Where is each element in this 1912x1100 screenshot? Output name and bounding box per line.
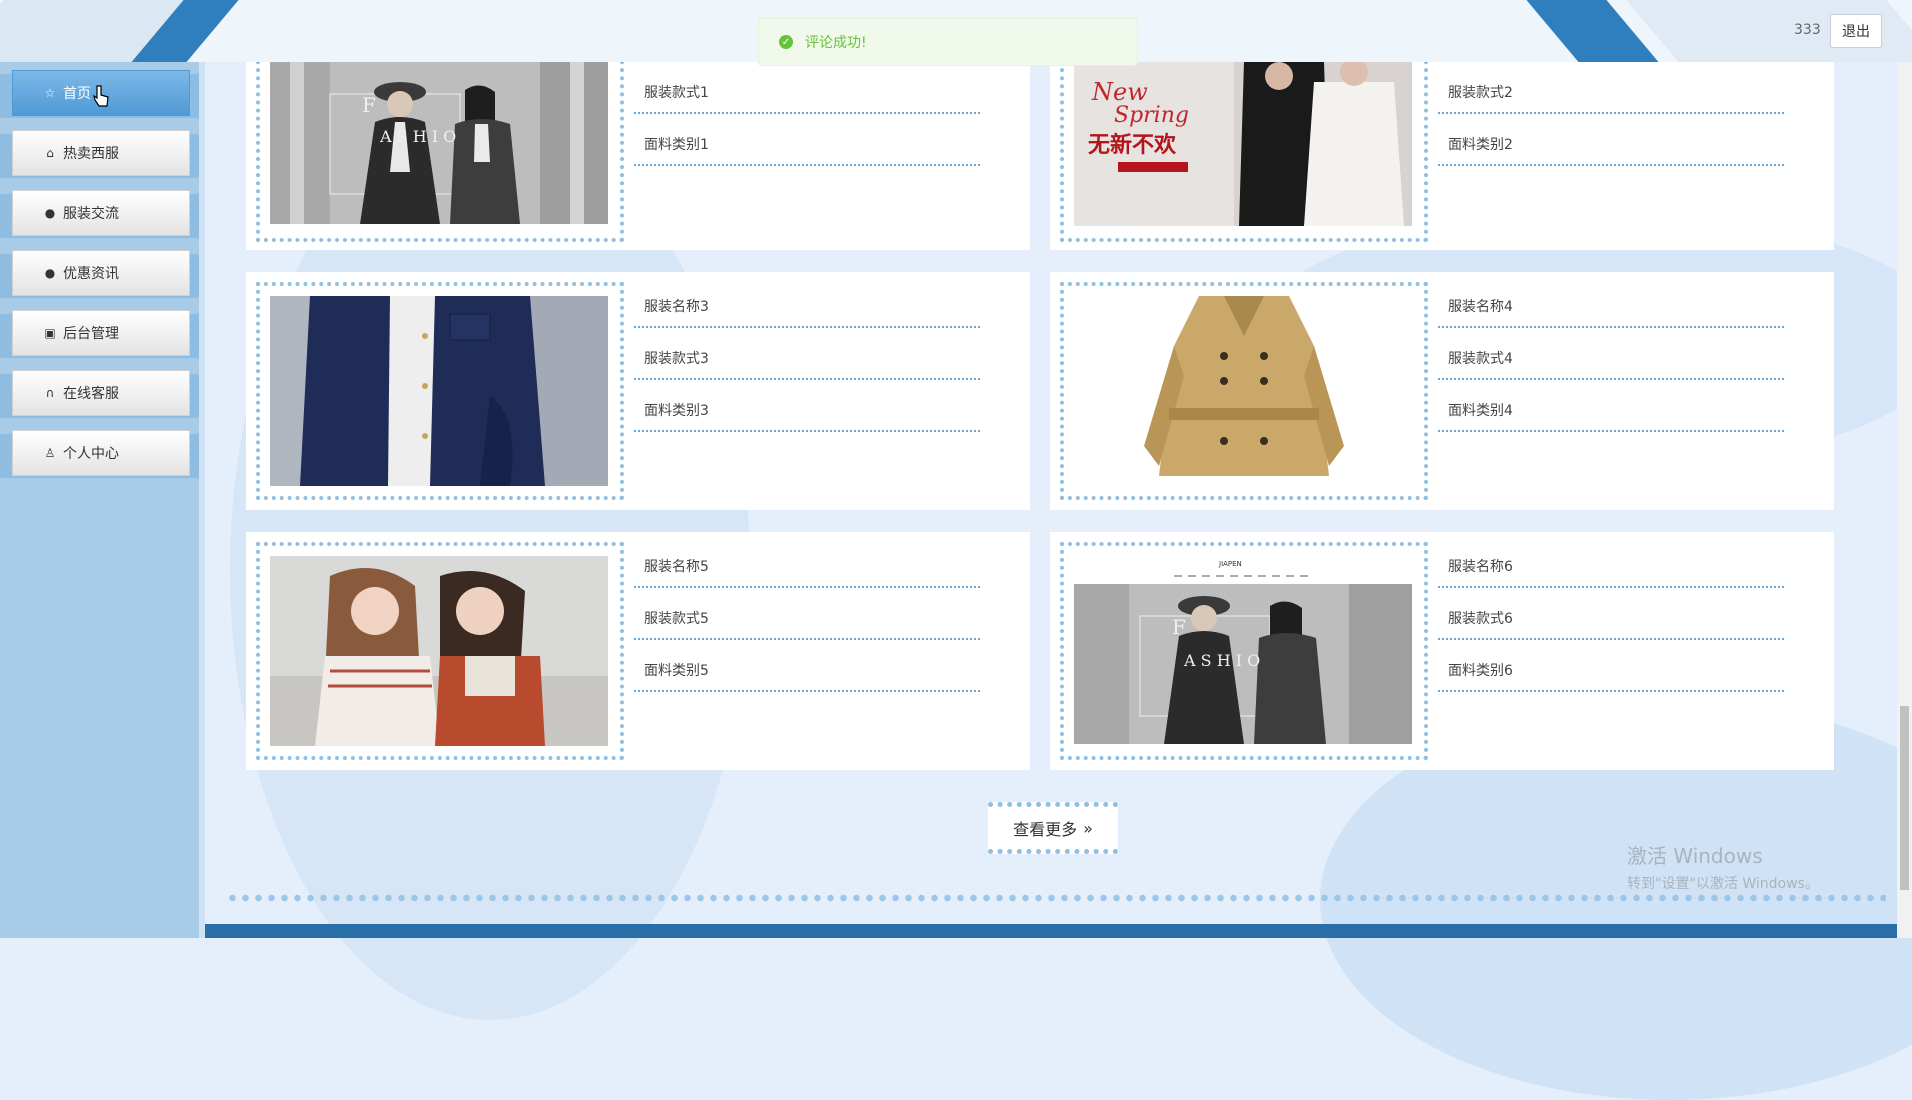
product-fabric: 面料类别4 (1438, 396, 1784, 432)
poster-slogan-text: 无新不欢 (1088, 132, 1177, 158)
product-style: 服装款式6 (1438, 604, 1784, 640)
product-fabric: 面料类别3 (634, 396, 980, 432)
svg-text:F: F (362, 93, 376, 117)
product-card[interactable]: 服装名称3 服装款式3 面料类别3 (246, 272, 1030, 510)
hand-cursor-icon (93, 85, 109, 107)
check-circle-icon: ✓ (779, 35, 793, 49)
product-style: 服装款式4 (1438, 344, 1784, 380)
user-icon: ♙ (44, 446, 56, 460)
sidebar-item-promotions[interactable]: ● 优惠资讯 (0, 250, 205, 302)
japen-fashion-image: JIAPEN F A S H I O (1074, 556, 1412, 746)
product-name: 服装名称5 (634, 552, 980, 588)
product-style: 服装款式3 (634, 344, 980, 380)
toast-message: 评论成功! (805, 35, 867, 51)
product-fabric: 面料类别2 (1438, 130, 1784, 166)
product-fabric: 面料类别5 (634, 656, 980, 692)
svg-text:A S H I O: A S H I O (379, 127, 456, 146)
product-fabric: 面料类别6 (1438, 656, 1784, 692)
view-more-button[interactable]: 查看更多 » (988, 802, 1118, 854)
two-girls-image (270, 556, 608, 746)
windows-activation-watermark: 激活 Windows 转到"设置"以激活 Windows。 (1627, 840, 1819, 893)
double-chevron-right-icon: » (1083, 818, 1093, 838)
scrollbar-thumb[interactable] (1900, 706, 1909, 890)
sidebar-item-label: 首页 (63, 86, 91, 102)
product-name: 服装名称3 (634, 292, 980, 328)
svg-text:A S H I O: A S H I O (1183, 651, 1260, 670)
alert-circle-icon: ● (44, 206, 56, 220)
watermark-title: 激活 Windows (1627, 844, 1763, 868)
question-circle-icon: ● (44, 266, 56, 280)
product-card[interactable]: 服装名称4 服装款式4 面料类别4 (1050, 272, 1834, 510)
svg-text:JIAPEN: JIAPEN (1218, 560, 1242, 568)
sidebar-item-online-service[interactable]: ∩ 在线客服 (0, 370, 205, 422)
bag-icon: ⌂ (46, 146, 54, 160)
sidebar-item-label: 后台管理 (63, 326, 119, 342)
poster-new-text: New (1091, 78, 1148, 106)
footer-dots-divider (226, 893, 1886, 903)
product-style: 服装款式1 (634, 78, 980, 114)
view-more-label: 查看更多 (1013, 820, 1078, 839)
username-label: 333 (1794, 22, 1821, 38)
logout-button[interactable]: 退出 (1830, 14, 1882, 48)
new-spring-poster-image: New Spring 无新不欢 (1074, 62, 1412, 226)
sidebar: ☆ 首页 ⌂ 热卖西服 ● 服装交流 ● 优惠资讯 ▣ 后台管理 ∩ 在线客服 ♙ 个人中心 (0, 62, 205, 938)
product-card[interactable]: JIAPEN F A S H I O 服装名称6 服装款式6 面料类别6 (1050, 532, 1834, 770)
sidebar-item-label: 热卖西服 (63, 146, 119, 162)
product-fabric: 面料类别1 (634, 130, 980, 166)
sidebar-item-label: 服装交流 (63, 206, 119, 222)
footer-bar (205, 924, 1897, 938)
success-toast: ✓ 评论成功! (758, 18, 1138, 66)
watermark-subtitle: 转到"设置"以激活 Windows。 (1627, 876, 1819, 892)
sidebar-item-profile[interactable]: ♙ 个人中心 (0, 430, 205, 482)
product-card[interactable]: New Spring 无新不欢 服装款式2 面料类别2 (1050, 52, 1834, 250)
poster-spring-text: Spring (1114, 103, 1189, 128)
briefcase-icon: ▣ (44, 326, 56, 340)
headset-icon: ∩ (45, 386, 55, 400)
product-name: 服装名称4 (1438, 292, 1784, 328)
fashion-poster-image: F A S H I O (270, 62, 608, 224)
star-icon: ☆ (44, 86, 56, 100)
trench-coat-image (1074, 296, 1412, 486)
sidebar-item-hot-suits[interactable]: ⌂ 热卖西服 (0, 130, 205, 182)
denim-jacket-image (270, 296, 608, 486)
product-card[interactable]: 服装名称5 服装款式5 面料类别5 (246, 532, 1030, 770)
sidebar-item-clothing-exchange[interactable]: ● 服装交流 (0, 190, 205, 242)
product-name: 服装名称6 (1438, 552, 1784, 588)
product-card[interactable]: F A S H I O 服装款式1 面料类别1 (246, 52, 1030, 250)
sidebar-item-admin[interactable]: ▣ 后台管理 (0, 310, 205, 362)
sidebar-item-label: 在线客服 (63, 386, 119, 402)
product-style: 服装款式5 (634, 604, 980, 640)
product-style: 服装款式2 (1438, 78, 1784, 114)
svg-text:F: F (1172, 615, 1186, 639)
sidebar-item-label: 个人中心 (63, 446, 119, 462)
sidebar-item-label: 优惠资讯 (63, 266, 119, 282)
